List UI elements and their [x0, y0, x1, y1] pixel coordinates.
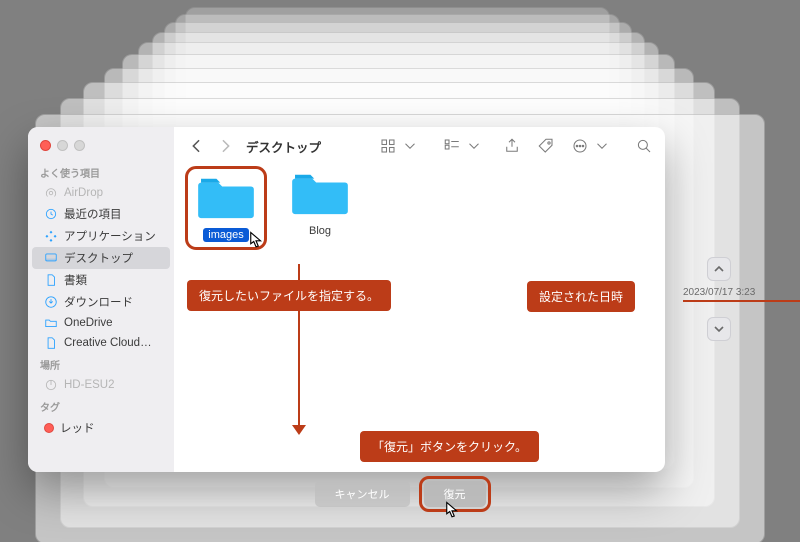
sidebar-item-onedrive[interactable]: OneDrive — [32, 313, 170, 333]
sidebar-label: レッド — [60, 420, 95, 436]
sidebar-section-favorites: よく使う項目 — [28, 161, 174, 183]
sidebar-item-desktop[interactable]: デスクトップ — [32, 247, 170, 269]
sidebar-label: Creative Cloud… — [64, 337, 152, 349]
sidebar: よく使う項目 AirDrop 最近の項目 アプリケーション デスクトップ 書類 … — [28, 127, 174, 472]
annotation-arrow — [298, 309, 300, 431]
sidebar-label: 書類 — [64, 272, 87, 288]
folder-blog[interactable]: Blog — [282, 169, 358, 239]
cursor-icon — [440, 498, 464, 522]
window-controls — [28, 135, 174, 161]
sidebar-label: HD-ESU2 — [64, 379, 114, 391]
applications-icon — [44, 229, 58, 243]
folder-label: images — [203, 228, 248, 242]
more-button[interactable] — [571, 137, 589, 155]
desktop-icon — [44, 251, 58, 265]
sidebar-label: AirDrop — [64, 187, 103, 199]
downloads-icon — [44, 295, 58, 309]
sidebar-item-applications[interactable]: アプリケーション — [32, 225, 170, 247]
close-button[interactable] — [40, 140, 51, 151]
sidebar-label: OneDrive — [64, 317, 113, 329]
sidebar-item-recents[interactable]: 最近の項目 — [32, 203, 170, 225]
sidebar-item-hd-esu2[interactable]: HD-ESU2 — [32, 375, 170, 395]
clock-icon — [44, 207, 58, 221]
chevron-down-icon[interactable] — [465, 137, 483, 155]
sidebar-item-airdrop[interactable]: AirDrop — [32, 183, 170, 203]
annotation-arrow-head — [292, 425, 306, 435]
view-icons-button[interactable] — [379, 137, 397, 155]
nav-back-button[interactable] — [186, 137, 206, 155]
action-bar: キャンセル 復元 — [0, 481, 800, 507]
sidebar-label: 最近の項目 — [64, 206, 122, 222]
cancel-label: キャンセル — [335, 486, 390, 502]
timeline-down-button[interactable] — [707, 317, 731, 341]
path-title: デスクトップ — [246, 137, 321, 156]
timeline-up-button[interactable] — [707, 257, 731, 281]
timestamp-underline — [683, 300, 800, 302]
sidebar-section-tags: タグ — [28, 395, 174, 417]
cursor-icon — [244, 228, 268, 252]
sidebar-label: デスクトップ — [64, 250, 133, 266]
zoom-button[interactable] — [74, 140, 85, 151]
sidebar-label: アプリケーション — [64, 228, 156, 244]
annotation-date-set: 設定された日時 — [527, 281, 635, 312]
tags-button[interactable] — [537, 137, 555, 155]
minimize-button[interactable] — [57, 140, 68, 151]
chevron-down-icon[interactable] — [401, 137, 419, 155]
search-button[interactable] — [635, 137, 653, 155]
snapshot-timestamp: 2023/07/17 3:23 — [683, 287, 755, 298]
chevron-down-icon[interactable] — [593, 137, 611, 155]
sidebar-item-creative-cloud[interactable]: Creative Cloud… — [32, 333, 170, 353]
group-button[interactable] — [443, 137, 461, 155]
documents-icon — [44, 273, 58, 287]
sidebar-label: ダウンロード — [64, 294, 133, 310]
sidebar-item-downloads[interactable]: ダウンロード — [32, 291, 170, 313]
content-area: images Blog — [174, 165, 665, 472]
tag-red-icon — [44, 423, 54, 433]
cancel-button[interactable]: キャンセル — [315, 481, 410, 507]
airdrop-icon — [44, 186, 58, 200]
nav-forward-button[interactable] — [216, 137, 236, 155]
folder-label: Blog — [304, 224, 336, 238]
folder-icon — [197, 173, 255, 221]
sidebar-item-tag-red[interactable]: レッド — [32, 417, 170, 439]
sidebar-item-documents[interactable]: 書類 — [32, 269, 170, 291]
folder-icon — [44, 316, 58, 330]
folder-icon — [291, 169, 349, 217]
sidebar-section-locations: 場所 — [28, 353, 174, 375]
share-button[interactable] — [503, 137, 521, 155]
file-icon — [44, 336, 58, 350]
disk-icon — [44, 378, 58, 392]
annotation-select-file: 復元したいファイルを指定する。 — [187, 280, 391, 311]
toolbar: デスクトップ — [174, 127, 665, 165]
annotation-click-restore: 「復元」ボタンをクリック。 — [360, 431, 539, 462]
